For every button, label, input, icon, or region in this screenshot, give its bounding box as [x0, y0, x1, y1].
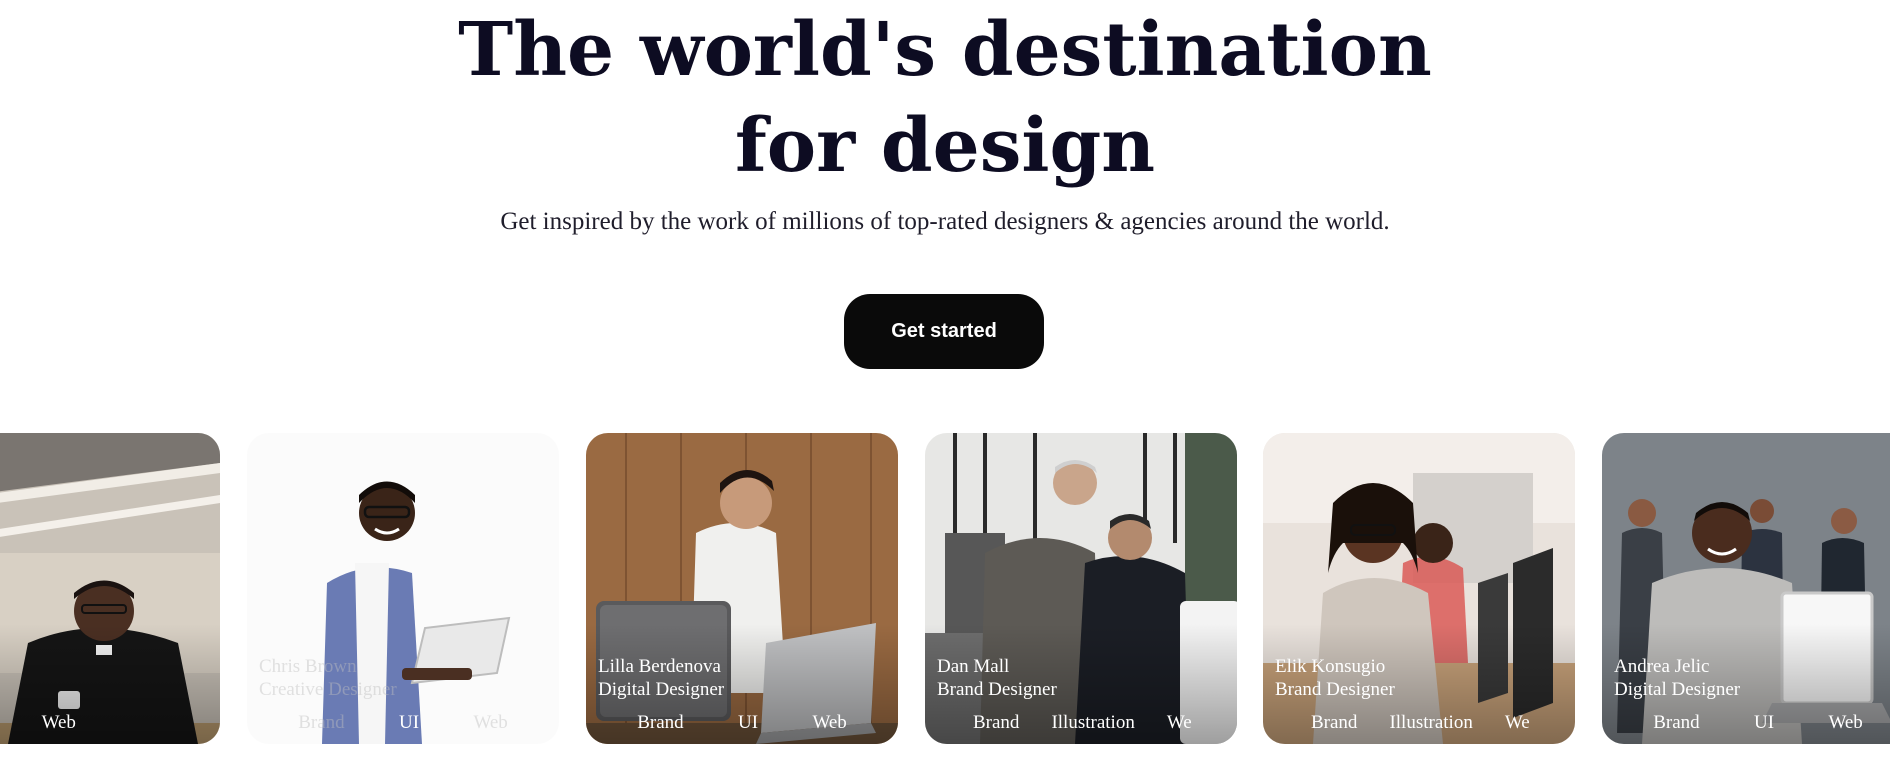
designer-card[interactable]: elic esigner d UI Web: [0, 433, 220, 744]
designer-info: Elik Konsugio Brand Designer: [1275, 655, 1395, 701]
tag[interactable]: Brand: [973, 712, 1019, 738]
designer-info: Andrea Jelic Digital Designer: [1614, 655, 1740, 701]
tag-list: d UI Web: [0, 712, 220, 738]
designer-role: Digital Designer: [598, 679, 725, 700]
tag[interactable]: Web: [42, 712, 76, 738]
tag[interactable]: Brand: [298, 712, 344, 738]
tag[interactable]: We: [1167, 712, 1192, 738]
designer-name: Dan Mall: [937, 656, 1010, 677]
get-started-button[interactable]: Get started: [844, 294, 1044, 369]
designer-info: Chris Brown Creative Designer: [259, 655, 397, 701]
hero-subtitle: Get inspired by the work of millions of …: [500, 208, 1390, 235]
designer-role: Creative Designer: [259, 679, 397, 700]
hero-title-line-2: for design: [734, 103, 1156, 189]
designer-name: Lilla Berdenova: [598, 656, 721, 677]
designer-role: Brand Designer: [937, 679, 1057, 700]
designer-name: Chris Brown: [259, 656, 357, 677]
tag[interactable]: Web: [1828, 712, 1862, 738]
tag[interactable]: UI: [399, 712, 419, 738]
hero-title-line-1: The world's destination: [458, 7, 1432, 93]
tag[interactable]: Illustration: [1389, 712, 1472, 738]
designer-card[interactable]: Dan Mall Brand Designer Brand Illustrati…: [925, 433, 1237, 744]
tag[interactable]: Brand: [637, 712, 683, 738]
tag[interactable]: UI: [1754, 712, 1774, 738]
designer-name: Elik Konsugio: [1275, 656, 1386, 677]
tag[interactable]: Illustration: [1051, 712, 1134, 738]
tag-list: Brand Illustration We: [925, 712, 1237, 738]
designer-role: Digital Designer: [1614, 679, 1741, 700]
tag-list: Brand Illustration We: [1263, 712, 1575, 738]
tag[interactable]: We: [1505, 712, 1530, 738]
tag[interactable]: Web: [812, 712, 846, 738]
designer-card[interactable]: Chris Brown Creative Designer Brand UI W…: [247, 433, 559, 744]
designer-role: Brand Designer: [1275, 679, 1395, 700]
designer-card[interactable]: Andrea Jelic Digital Designer Brand UI W…: [1602, 433, 1890, 744]
tag[interactable]: Web: [473, 712, 507, 738]
tag-list: Brand UI Web: [1602, 712, 1890, 738]
designer-name: Andrea Jelic: [1614, 656, 1710, 677]
tag-list: Brand UI Web: [247, 712, 559, 738]
hero-title: The world's destination for design: [0, 2, 1890, 194]
designer-card[interactable]: Elik Konsugio Brand Designer Brand Illus…: [1263, 433, 1575, 744]
tag[interactable]: UI: [738, 712, 758, 738]
designer-info: Dan Mall Brand Designer: [937, 655, 1057, 701]
tag[interactable]: Brand: [1311, 712, 1357, 738]
tag[interactable]: Brand: [1653, 712, 1699, 738]
designer-card[interactable]: Lilla Berdenova Digital Designer Brand U…: [586, 433, 898, 744]
tag-list: Brand UI Web: [586, 712, 898, 738]
designer-info: Lilla Berdenova Digital Designer: [598, 655, 724, 701]
